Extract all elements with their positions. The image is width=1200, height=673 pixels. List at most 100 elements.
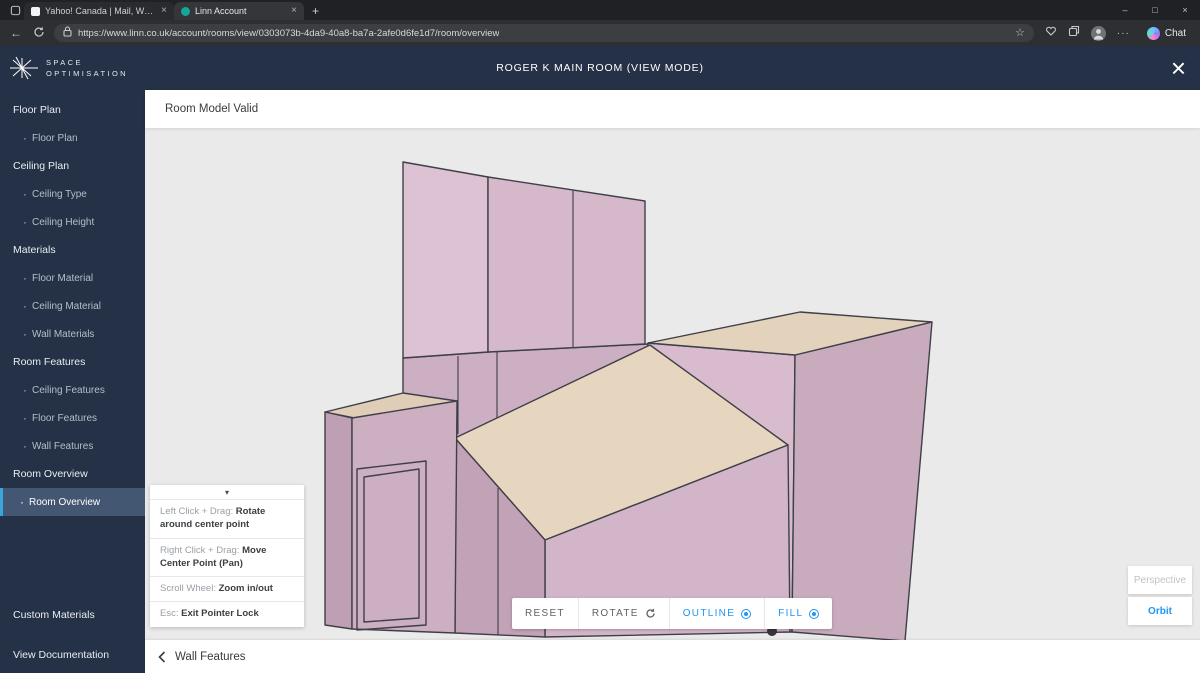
outline-toggle[interactable]: OUTLINE [669, 598, 764, 629]
sidebar-item-wall-features[interactable]: Wall Features [0, 432, 145, 460]
tab-close-icon[interactable]: × [161, 6, 167, 16]
tab-label: Linn Account [195, 6, 286, 16]
chat-label: Chat [1165, 28, 1186, 39]
sidebar-group-ceiling-plan: Ceiling Plan [0, 152, 145, 180]
bullet-icon [23, 411, 27, 425]
sidebar-item-label: Floor Features [32, 413, 97, 424]
bullet-icon [23, 215, 27, 229]
sidebar: Floor Plan Floor Plan Ceiling Plan Ceili… [0, 90, 145, 673]
workspaces-icon[interactable] [6, 1, 24, 19]
tab-close-icon[interactable]: × [291, 6, 297, 16]
sidebar-group-materials: Materials [0, 236, 145, 264]
collections-icon[interactable] [1068, 24, 1080, 42]
perspective-button[interactable]: Perspective [1128, 566, 1192, 594]
back-link-wall-features[interactable]: Wall Features [175, 651, 246, 663]
sidebar-item-label: Ceiling Type [32, 189, 87, 200]
linn-logo [9, 56, 39, 80]
reset-label: RESET [525, 608, 565, 619]
minimize-button[interactable]: – [1110, 0, 1140, 20]
outline-label: OUTLINE [683, 608, 735, 619]
bullet-icon [23, 327, 27, 341]
viewport-toolbar: RESET ROTATE OUTLINE FILL [512, 598, 832, 629]
url-text: https://www.linn.co.uk/account/rooms/vie… [78, 28, 499, 39]
reset-button[interactable]: RESET [512, 598, 578, 629]
brand-text: SPACE OPTIMISATION [46, 57, 128, 80]
help-key: Right Click + Drag: [160, 545, 239, 556]
room-model-status: Room Model Valid [165, 103, 258, 115]
room-tall-wall [403, 162, 645, 358]
back-chevron-icon[interactable] [158, 651, 166, 663]
browser-essentials-icon[interactable] [1045, 24, 1057, 42]
copilot-icon [1147, 27, 1160, 40]
sidebar-item-view-documentation[interactable]: View Documentation [0, 641, 145, 669]
fill-label: FILL [778, 608, 803, 619]
profile-avatar[interactable] [1091, 26, 1106, 41]
help-row: Scroll Wheel: Zoom in/out [150, 576, 304, 601]
favorites-star-icon[interactable]: ☆ [1015, 28, 1025, 39]
sidebar-item-label: Wall Features [32, 441, 93, 452]
bullet-icon [23, 271, 27, 285]
help-action: Zoom in/out [219, 583, 273, 594]
new-tab-button[interactable]: + [312, 4, 319, 18]
fill-toggle[interactable]: FILL [764, 598, 832, 629]
bottom-nav-bar: Wall Features [145, 640, 1200, 673]
sidebar-item-floor-plan[interactable]: Floor Plan [0, 124, 145, 152]
sidebar-footer: Custom Materials View Documentation [0, 601, 145, 673]
status-bar: Room Model Valid [145, 90, 1200, 128]
close-icon[interactable]: × [1157, 55, 1200, 81]
sidebar-item-ceiling-type[interactable]: Ceiling Type [0, 180, 145, 208]
help-row: Left Click + Drag: Rotate around center … [150, 499, 304, 538]
room-title: ROGER K MAIN ROOM (VIEW MODE) [496, 62, 704, 74]
main-area: Room Model Valid [145, 90, 1200, 673]
sidebar-item-room-overview[interactable]: Room Overview [0, 488, 145, 516]
window-close-button[interactable]: × [1170, 0, 1200, 20]
maximize-button[interactable]: □ [1140, 0, 1170, 20]
help-key: Scroll Wheel: [160, 583, 216, 594]
browser-nav-bar: ← https://www.linn.co.uk/account/rooms/v… [0, 20, 1200, 46]
browser-tab-strip: Yahoo! Canada | Mail, Weather, S... × Li… [0, 0, 1200, 20]
sidebar-item-ceiling-height[interactable]: Ceiling Height [0, 208, 145, 236]
rotate-button[interactable]: ROTATE [578, 598, 669, 629]
more-menu-icon[interactable]: ··· [1117, 28, 1130, 39]
sidebar-item-custom-materials[interactable]: Custom Materials [0, 601, 145, 629]
sidebar-item-wall-materials[interactable]: Wall Materials [0, 320, 145, 348]
outline-radio-icon [741, 609, 751, 619]
address-bar[interactable]: https://www.linn.co.uk/account/rooms/vie… [54, 24, 1034, 42]
sidebar-item-label: Ceiling Height [32, 217, 94, 228]
sidebar-item-label: Floor Material [32, 273, 93, 284]
help-key: Esc: [160, 608, 178, 619]
bullet-icon [23, 439, 27, 453]
bullet-icon [23, 299, 27, 313]
sidebar-item-floor-features[interactable]: Floor Features [0, 404, 145, 432]
back-icon[interactable]: ← [8, 27, 24, 39]
rotate-label: ROTATE [592, 608, 639, 619]
refresh-icon[interactable] [31, 26, 47, 40]
rotate-icon [645, 608, 656, 619]
room-left-block [325, 393, 457, 633]
tab-linn-account[interactable]: Linn Account × [174, 2, 304, 20]
orbit-button[interactable]: Orbit [1128, 597, 1192, 625]
view-mode-controls: Perspective Orbit [1128, 566, 1192, 625]
help-key: Left Click + Drag: [160, 506, 233, 517]
sidebar-item-floor-material[interactable]: Floor Material [0, 264, 145, 292]
sidebar-group-floor-plan: Floor Plan [0, 96, 145, 124]
sidebar-item-ceiling-material[interactable]: Ceiling Material [0, 292, 145, 320]
sidebar-item-label: Floor Plan [32, 133, 78, 144]
linn-favicon [181, 7, 190, 16]
nav-right-icons: ··· Chat [1045, 24, 1192, 42]
room-3d-viewport[interactable]: ▾ Left Click + Drag: Rotate around cente… [145, 128, 1200, 640]
collapse-caret-icon[interactable]: ▾ [150, 485, 304, 499]
tab-yahoo[interactable]: Yahoo! Canada | Mail, Weather, S... × [24, 2, 174, 20]
help-row: Right Click + Drag: Move Center Point (P… [150, 538, 304, 577]
help-row: Esc: Exit Pointer Lock [150, 601, 304, 626]
window-controls: – □ × [1110, 0, 1200, 20]
sidebar-item-label: Wall Materials [32, 329, 94, 340]
bullet-icon [23, 131, 27, 145]
sidebar-group-room-features: Room Features [0, 348, 145, 376]
bullet-icon [20, 495, 24, 509]
chat-button[interactable]: Chat [1141, 25, 1192, 42]
bullet-icon [23, 187, 27, 201]
sidebar-item-label: Ceiling Features [32, 385, 105, 396]
sidebar-item-ceiling-features[interactable]: Ceiling Features [0, 376, 145, 404]
bullet-icon [23, 383, 27, 397]
